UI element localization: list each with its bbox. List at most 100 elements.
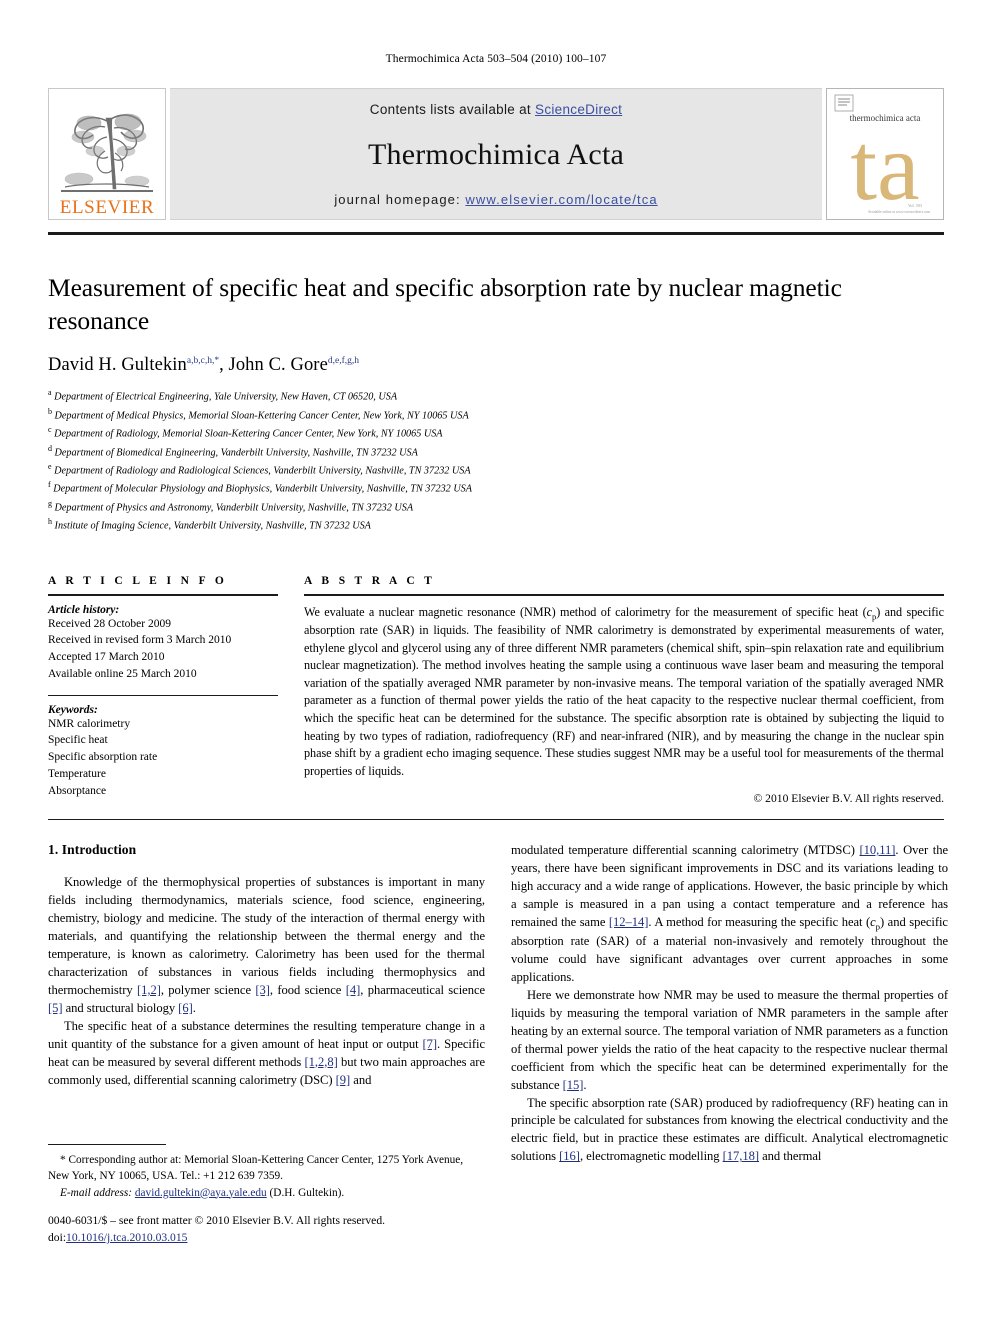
journal-cover-thumbnail: thermochimica acta ta Vol. 503 Available… xyxy=(826,88,944,220)
info-abstract-region: A R T I C L E I N F O Article history: R… xyxy=(48,574,944,806)
journal-homepage-prefix: journal homepage: xyxy=(334,192,466,207)
corresponding-author-email-link[interactable]: david.gultekin@aya.yale.edu xyxy=(135,1187,267,1199)
affiliation-item: c Department of Radiology, Memorial Sloa… xyxy=(48,424,944,442)
citation-link[interactable]: [17,18] xyxy=(723,1149,759,1163)
paragraph-text: , pharmaceutical science xyxy=(360,982,486,997)
sciencedirect-link[interactable]: ScienceDirect xyxy=(535,102,622,117)
abstract-bottom-divider xyxy=(48,819,944,821)
citation-link[interactable]: [6] xyxy=(178,1001,193,1015)
author-affil-marks-1: a,b,c,h,* xyxy=(186,356,220,367)
keywords-list: NMR calorimetry Specific heat Specific abs… xyxy=(48,716,278,800)
citation-link[interactable]: [3] xyxy=(255,983,270,997)
body-paragraph: The specific absorption rate (SAR) produ… xyxy=(511,1095,948,1167)
email-owner: (D.H. Gultekin). xyxy=(269,1186,345,1199)
abstract-part-1: We evaluate a nuclear magnetic resonance… xyxy=(304,604,867,619)
citation-link[interactable]: [15] xyxy=(563,1078,584,1092)
affiliation-list: a Department of Electrical Engineering, … xyxy=(48,387,944,534)
email-address-label: E-mail address: xyxy=(60,1186,133,1199)
elsevier-logo: ELSEVIER xyxy=(48,88,166,220)
paragraph-text: and structural biology xyxy=(62,1000,179,1015)
affiliation-text: Department of Molecular Physiology and B… xyxy=(50,483,472,495)
body-paragraph: The specific heat of a substance determi… xyxy=(48,1018,485,1090)
affiliation-item: b Department of Medical Physics, Memoria… xyxy=(48,406,944,424)
paragraph-text: and thermal xyxy=(759,1149,822,1164)
abstract-text: We evaluate a nuclear magnetic resonance… xyxy=(304,604,944,781)
abstract-part-2: ) and specific absorption rate (SAR) in … xyxy=(304,604,944,778)
affiliation-text: Department of Medical Physics, Memorial … xyxy=(52,410,469,422)
journal-masthead: ELSEVIER Contents lists available at Sci… xyxy=(48,88,944,220)
footnote-text: * Corresponding author at: Memorial Sloa… xyxy=(48,1152,485,1201)
abstract-rule xyxy=(304,593,944,596)
svg-text:Available online at www.scienc: Available online at www.sciencedirect.co… xyxy=(868,210,930,214)
citation-link[interactable]: [16] xyxy=(559,1149,580,1163)
citation-link[interactable]: [9] xyxy=(336,1073,351,1087)
copyright-line: © 2010 Elsevier B.V. All rights reserved… xyxy=(753,792,944,806)
affiliation-text: Department of Biomedical Engineering, Va… xyxy=(52,446,418,458)
doi-link[interactable]: 10.1016/j.tca.2010.03.015 xyxy=(66,1231,187,1244)
paragraph-text: , polymer science xyxy=(160,982,256,997)
body-paragraph: Knowledge of the thermophysical properti… xyxy=(48,874,485,1018)
section-heading-introduction: 1. Introduction xyxy=(48,842,137,858)
author-name-1: David H. Gultekin xyxy=(48,355,187,376)
affiliation-text: Department of Radiology and Radiological… xyxy=(51,465,471,477)
article-info-heading: A R T I C L E I N F O xyxy=(48,574,228,587)
article-history-label: Article history: xyxy=(48,603,120,616)
paragraph-text: . xyxy=(192,1000,196,1015)
body-column-left: 1. Introduction Knowledge of the thermop… xyxy=(48,842,485,1166)
front-matter-line: 0040-6031/$ – see front matter © 2010 El… xyxy=(48,1214,386,1227)
paragraph-text: Knowledge of the thermophysical properti… xyxy=(48,875,485,997)
article-history-item: Accepted 17 March 2010 xyxy=(48,651,165,664)
left-column-paragraphs: Knowledge of the thermophysical properti… xyxy=(48,874,485,1089)
article-info-rule xyxy=(48,593,278,596)
imprint-block: 0040-6031/$ – see front matter © 2010 El… xyxy=(48,1212,518,1247)
citation-link[interactable]: [5] xyxy=(48,1001,63,1015)
author-separator: , xyxy=(219,355,229,376)
page-title: Measurement of specific heat and specifi… xyxy=(48,273,842,336)
article-history-list: Received 28 October 2009 Received in revi… xyxy=(48,616,278,683)
citation-link[interactable]: [1,2] xyxy=(137,983,161,997)
footnote-body: Corresponding author at: Memorial Sloan-… xyxy=(48,1154,464,1183)
keyword-item: Temperature xyxy=(48,768,106,780)
running-head: Thermochimica Acta 503–504 (2010) 100–10… xyxy=(385,53,607,65)
contents-lists-line: Contents lists available at ScienceDirec… xyxy=(370,102,622,117)
doi-line: doi:10.1016/j.tca.2010.03.015 xyxy=(48,1229,518,1246)
citation-link[interactable]: [10,11] xyxy=(860,843,896,857)
journal-article-page: Thermochimica Acta 503–504 (2010) 100–10… xyxy=(0,0,992,1323)
keywords-label: Keywords: xyxy=(48,703,98,716)
keyword-item: Absorptance xyxy=(48,784,107,797)
footnote-email-line: E-mail address: david.gultekin@aya.yale.… xyxy=(48,1185,485,1201)
svg-text:Vol. 503: Vol. 503 xyxy=(908,203,922,208)
contents-lists-prefix: Contents lists available at xyxy=(369,102,536,117)
affiliation-item: e Department of Radiology and Radiologic… xyxy=(48,461,944,479)
masthead-divider xyxy=(48,232,944,235)
body-columns: 1. Introduction Knowledge of the thermop… xyxy=(48,842,948,1166)
affiliation-text: Institute of Imaging Science, Vanderbilt… xyxy=(52,520,371,532)
citation-link[interactable]: [4] xyxy=(346,983,361,997)
keyword-item: Specific heat xyxy=(48,734,108,747)
abstract-column: A B S T R A C T We evaluate a nuclear ma… xyxy=(304,575,944,806)
citation-link[interactable]: [1,2,8] xyxy=(305,1055,338,1069)
journal-homepage-link[interactable]: www.elsevier.com/locate/tca xyxy=(465,192,657,207)
article-history-item: Received in revised form 3 March 2010 xyxy=(48,634,232,647)
elsevier-tree-icon xyxy=(61,113,153,192)
paragraph-text: , electromagnetic modelling xyxy=(579,1149,723,1164)
affiliation-item: f Department of Molecular Physiology and… xyxy=(48,479,944,497)
paragraph-text: . xyxy=(583,1077,587,1092)
corresponding-author-footnote: * Corresponding author at: Memorial Sloa… xyxy=(48,1144,485,1201)
paragraph-text: . A method for measuring the specific he… xyxy=(648,915,871,930)
doi-label: doi: xyxy=(48,1231,67,1245)
affiliation-item: g Department of Physics and Astronomy, V… xyxy=(48,498,944,516)
article-history-item: Available online 25 March 2010 xyxy=(48,667,197,680)
elsevier-wordmark: ELSEVIER xyxy=(59,197,155,218)
citation-link[interactable]: [12–14] xyxy=(609,915,649,929)
author-list: David H. Gultekina,b,c,h,*, John C. Gore… xyxy=(48,355,944,376)
citation-link[interactable]: [7] xyxy=(423,1037,438,1051)
keywords-rule xyxy=(48,694,278,696)
affiliation-text: Department of Electrical Engineering, Ya… xyxy=(51,391,398,403)
journal-cover-artwork: thermochimica acta ta Vol. 503 Available… xyxy=(827,89,943,219)
affiliation-item: d Department of Biomedical Engineering, … xyxy=(48,443,944,461)
body-paragraph: Here we demonstrate how NMR may be used … xyxy=(511,987,948,1095)
paragraph-text: modulated temperature differential scann… xyxy=(511,843,860,858)
paragraph-text: The specific heat of a substance determi… xyxy=(48,1018,485,1051)
journal-title: Thermochimica Acta xyxy=(368,137,624,171)
